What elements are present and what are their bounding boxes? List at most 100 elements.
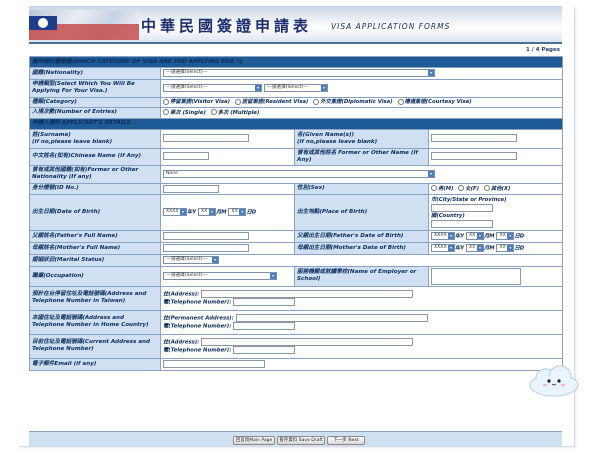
form-header-banner: 中華民國簽證申請表 VISA APPLICATION FORMS (29, 6, 562, 44)
dob-year-select[interactable]: XXXX ▾ (163, 208, 187, 217)
addr-current-input[interactable] (201, 337, 414, 346)
dropdown-arrow-icon: ▾ (320, 84, 327, 91)
surname-label: 姓(Surname) (if no,please leave blank) (29, 128, 161, 149)
page-indicator: 1 / 4 Pages (526, 47, 560, 53)
chinese-name-input[interactable] (163, 152, 209, 161)
radio-icon[interactable] (397, 98, 404, 105)
sex-option-other[interactable]: 其他(X) (483, 185, 510, 192)
addr-taiwan-input[interactable] (201, 289, 414, 298)
former-name-input[interactable] (431, 152, 517, 161)
radio-icon[interactable] (210, 109, 217, 115)
mother-dob-day-select[interactable]: XX ▾ (496, 244, 515, 253)
section-applicant-header: 申請人資料 APPLICANT'S DETAILS (29, 117, 563, 130)
radio-icon[interactable] (234, 98, 241, 105)
cloud-mascot-icon (529, 365, 579, 397)
title-chinese: 中華民國簽證申請表 (141, 17, 313, 35)
occupation-label: 職業(Occupation) (29, 265, 161, 287)
dropdown-arrow-icon: ▾ (180, 209, 186, 216)
sex-option-male[interactable]: 男(M) (431, 185, 453, 192)
tel-current-input[interactable] (233, 346, 296, 354)
pob-city-input[interactable] (431, 204, 493, 212)
section-title: 擬申請何種簽證(WHICH CATEGORY OF VISA ARE YOU A… (29, 56, 563, 68)
id-no-label: 身分證號(ID No.) (29, 182, 161, 195)
employer-label: 服務機關或就讀學校(Name of Employer or School) (294, 265, 429, 287)
addr-home-tel-label: 電(Telephone Number): (163, 323, 232, 330)
former-name-label: 曾有或其他姓名 Former or Other Name (If Any) (294, 147, 429, 166)
sex-label: 性別(Sex) (294, 182, 429, 195)
radio-icon[interactable] (163, 98, 169, 105)
dropdown-arrow-icon: ▾ (212, 257, 218, 263)
addr-taiwan-tel-label: 電(Telephone Number): (163, 299, 232, 306)
dob-day-select[interactable]: XX ▾ (228, 208, 247, 217)
former-nationality-label: 曾有或其他國籍(如有)Former or Other Nationality (… (29, 164, 161, 184)
given-name-label: 名(Given Name(s)) (if no,please leave bla… (294, 128, 429, 149)
visa-purpose-select-1[interactable]: ---請選擇(Select)--- ▾ (163, 83, 262, 92)
mother-name-input[interactable] (163, 244, 249, 253)
section-title: 申請人資料 APPLICANT'S DETAILS (29, 117, 563, 130)
category-label: 種類(Category) (29, 96, 161, 108)
visa-form-table: 擬申請何種簽證(WHICH CATEGORY OF VISA ARE YOU A… (29, 56, 563, 371)
father-dob-month-select[interactable]: XX ▾ (466, 232, 484, 241)
marital-label: 婚姻狀況(Marital Status) (29, 254, 161, 267)
addr-home-input[interactable] (235, 313, 428, 322)
visa-purpose-select-2[interactable]: ---請選擇(Select)--- ▾ (263, 83, 328, 92)
addr-current-tel-label: 電(Telephone Number): (163, 347, 232, 354)
chinese-name-label: 中文姓名(如有)Chinese Name (If Any) (29, 147, 161, 166)
father-dob-label: 父親出生日期(Father's Date of Birth) (294, 230, 429, 243)
radio-icon[interactable] (431, 185, 437, 191)
pob-country-input[interactable] (431, 219, 493, 228)
radio-icon[interactable] (163, 109, 169, 115)
entries-option-single[interactable]: 單次 (Single) (163, 109, 206, 116)
former-nationality-select[interactable]: None ▾ (163, 169, 435, 178)
pob-country-label: 國(Country) (431, 212, 465, 219)
radio-icon[interactable] (458, 185, 465, 191)
category-option-resident[interactable]: 居留簽證(Resident Visa) (234, 98, 308, 105)
category-option-diplomatic[interactable]: 外交簽證(Diplomatic Visa) (313, 98, 393, 105)
save-draft-button[interactable]: 暫存資料 Save Draft (277, 436, 325, 445)
entries-label: 入境次數(Number of Entries) (29, 107, 161, 119)
dropdown-arrow-icon: ▾ (209, 209, 215, 216)
father-dob-day-select[interactable]: XX ▾ (496, 232, 515, 241)
category-option-courtesy[interactable]: 禮遇簽證(Courtesy Visa) (397, 98, 472, 105)
dropdown-arrow-icon: ▾ (477, 233, 483, 240)
dropdown-arrow-icon: ▾ (255, 84, 261, 91)
mother-dob-label: 母親出生日期(Mother's Date of Birth) (294, 242, 429, 255)
dropdown-arrow-icon: ▾ (428, 170, 434, 177)
email-label: 電子郵件Email (if any) (29, 357, 161, 371)
radio-icon[interactable] (313, 98, 320, 105)
email-input[interactable] (163, 359, 265, 368)
father-dob-year-select[interactable]: XXXX ▾ (431, 232, 455, 241)
tel-home-input[interactable] (233, 322, 296, 330)
given-name-input[interactable] (431, 134, 517, 143)
section-visa-category-header: 擬申請何種簽證(WHICH CATEGORY OF VISA ARE YOU A… (29, 56, 563, 68)
employer-textarea[interactable] (431, 267, 521, 285)
marital-select[interactable]: ---請選擇(Select)--- ▾ (163, 256, 219, 264)
id-no-input[interactable] (163, 184, 219, 193)
dropdown-arrow-icon: ▾ (239, 209, 246, 216)
father-name-label: 父親姓名(Father's Full Name) (29, 230, 161, 243)
form-footer: 回首頁Main Page 暫存資料 Save Draft 下一步 Next (29, 431, 562, 446)
next-button[interactable]: 下一步 Next (327, 436, 365, 445)
dropdown-arrow-icon: ▾ (507, 245, 514, 252)
addr-current-addr-label: 住(Address): (163, 339, 200, 345)
occupation-select[interactable]: ---請選擇(Select)--- ▾ (163, 271, 277, 280)
mother-dob-month-select[interactable]: XX ▾ (466, 244, 484, 253)
addr-home-label: 本國住址及電話號碼(Address and Telephone Number i… (29, 309, 161, 335)
visa-purpose-label: 申請類型(Select Which You Will Be Applying F… (29, 78, 161, 98)
surname-input[interactable] (163, 134, 249, 143)
father-name-input[interactable] (163, 232, 249, 241)
radio-icon[interactable] (483, 185, 490, 191)
addr-taiwan-addr-label: 住(Address): (163, 291, 200, 297)
tel-taiwan-input[interactable] (233, 298, 296, 306)
sex-option-female[interactable]: 女(F) (458, 185, 479, 192)
main-page-button[interactable]: 回首頁Main Page (233, 436, 275, 445)
dropdown-arrow-icon: ▾ (270, 272, 276, 279)
entries-option-multiple[interactable]: 多次 (Multiple) (210, 109, 259, 116)
dropdown-arrow-icon: ▾ (507, 233, 514, 240)
category-option-visitor[interactable]: 停留簽證(Visitor Visa) (163, 98, 230, 105)
nationality-select[interactable]: ---請選擇(Select)--- ▾ (163, 69, 435, 77)
nationality-value: ---請選擇(Select)--- (166, 70, 208, 75)
dob-month-select[interactable]: XX ▾ (198, 208, 216, 217)
nationality-label: 國籍(Nationality) (29, 67, 161, 80)
mother-dob-year-select[interactable]: XXXX ▾ (431, 244, 455, 253)
